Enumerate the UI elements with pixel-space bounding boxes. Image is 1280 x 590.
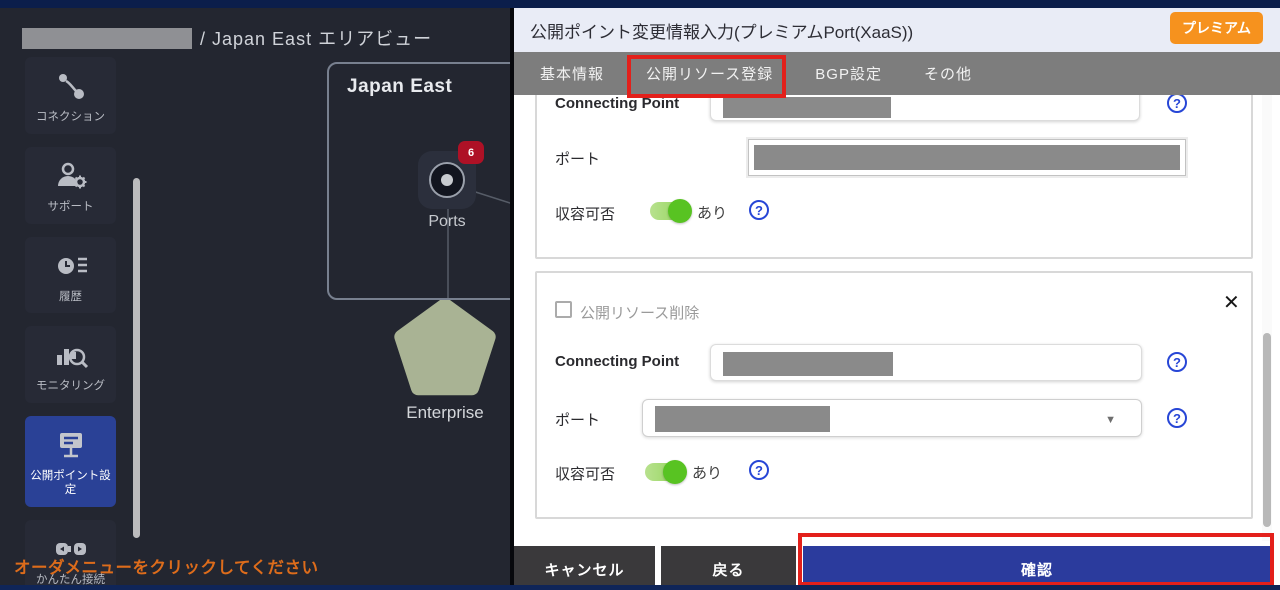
redacted-value [754, 145, 1180, 170]
sidebar-item-label: 履歴 [59, 291, 82, 305]
panel-scrollbar-thumb[interactable] [1263, 333, 1271, 527]
panel-header: 公開ポイント変更情報入力(プレミアムPort(XaaS)) プレミアム [514, 8, 1280, 52]
support-icon [53, 159, 89, 193]
ports-node[interactable]: 6 [418, 151, 476, 209]
sidebar-item-support[interactable]: サポート [25, 147, 116, 224]
capacity-label: 収容可否 [555, 203, 615, 224]
sidebar-item-connection[interactable]: コネクション [25, 57, 116, 134]
sidebar-item-monitoring[interactable]: モニタリング [25, 326, 116, 403]
ports-label: Ports [398, 213, 496, 231]
sidebar-item-history[interactable]: 履歴 [25, 237, 116, 314]
connecting-point-input-1[interactable] [710, 95, 1140, 121]
close-icon[interactable]: ✕ [1223, 293, 1240, 313]
delete-resource-checkbox[interactable] [555, 301, 572, 318]
monitoring-icon [53, 338, 89, 372]
tab-basic-info[interactable]: 基本情報 [524, 63, 620, 84]
public-point-form-panel: 公開ポイント変更情報入力(プレミアムPort(XaaS)) プレミアム 基本情報… [514, 8, 1280, 585]
tab-bgp-settings[interactable]: BGP設定 [799, 63, 898, 84]
enterprise-label: Enterprise [375, 403, 514, 423]
breadcrumb-text: / Japan East エリアビュー [200, 25, 432, 51]
redacted-tenant-name [22, 28, 192, 49]
capacity-toggle[interactable] [645, 463, 685, 481]
screen: / Japan East エリアビュー Japan East 6 Ports E… [0, 0, 1280, 590]
capacity-label: 収容可否 [555, 463, 615, 484]
port-select[interactable]: ▼ [642, 399, 1142, 437]
capacity-toggle[interactable] [650, 202, 690, 220]
panel-title: 公開ポイント変更情報入力(プレミアムPort(XaaS)) [530, 18, 913, 43]
order-menu-sidebar: コネクション サポート [25, 57, 116, 585]
history-icon [53, 249, 89, 283]
ports-count-badge: 6 [458, 141, 484, 164]
form-tabbar: 基本情報 公開リソース登録 BGP設定 その他 [514, 52, 1280, 95]
cancel-button[interactable]: キャンセル [514, 546, 655, 590]
public-point-icon [53, 428, 89, 462]
redacted-value [723, 97, 891, 118]
sidebar-scrollbar[interactable] [133, 178, 140, 538]
delete-resource-label: 公開リソース削除 [580, 302, 699, 323]
tab-others[interactable]: その他 [908, 63, 988, 84]
sidebar-item-label: コネクション [36, 111, 105, 125]
order-menu-hint: オーダメニューをクリックしてください [14, 554, 319, 578]
form-content: Connecting Point ポート 収容可否 あり ? ? 公開リソ [514, 95, 1280, 541]
redacted-value [723, 352, 893, 376]
help-icon[interactable]: ? [749, 460, 769, 480]
top-window-strip [0, 0, 1280, 8]
tab-public-resource-registration[interactable]: 公開リソース登録 [630, 63, 789, 84]
sidebar-item-public-point-settings[interactable]: 公開ポイント設定 [25, 416, 116, 507]
help-icon[interactable]: ? [1167, 352, 1187, 372]
help-icon[interactable]: ? [749, 200, 769, 220]
premium-badge: プレミアム [1170, 12, 1263, 44]
connecting-point-label: Connecting Point [555, 95, 679, 112]
port-label: ポート [555, 409, 600, 430]
port-icon [429, 162, 465, 198]
connection-icon [53, 69, 89, 103]
port-field-1[interactable] [748, 139, 1186, 176]
port-label: ポート [555, 148, 600, 169]
back-button[interactable]: 戻る [661, 546, 796, 590]
sidebar-item-label: 公開ポイント設定 [27, 470, 114, 498]
area-view-canvas[interactable]: / Japan East エリアビュー Japan East 6 Ports E… [0, 8, 514, 585]
confirm-button[interactable]: 確認 [803, 546, 1271, 590]
enterprise-pentagon[interactable] [401, 305, 488, 388]
sidebar-item-label: サポート [48, 201, 94, 215]
connecting-point-label: Connecting Point [555, 353, 679, 370]
capacity-value: あり [697, 202, 727, 223]
region-title: Japan East [347, 76, 452, 98]
capacity-value: あり [692, 462, 722, 483]
bottom-window-strip [0, 585, 1280, 590]
redacted-value [655, 406, 830, 432]
connecting-point-input-2[interactable] [710, 344, 1142, 381]
form-footer: キャンセル 戻る 確認 [514, 541, 1280, 590]
breadcrumb: / Japan East エリアビュー [22, 26, 432, 50]
resource-card-2: 公開リソース削除 ✕ Connecting Point ? ポート ▼ ? 収容… [535, 271, 1253, 519]
sidebar-item-label: モニタリング [36, 380, 105, 394]
help-icon[interactable]: ? [1167, 408, 1187, 428]
chevron-down-icon: ▼ [1105, 414, 1116, 426]
